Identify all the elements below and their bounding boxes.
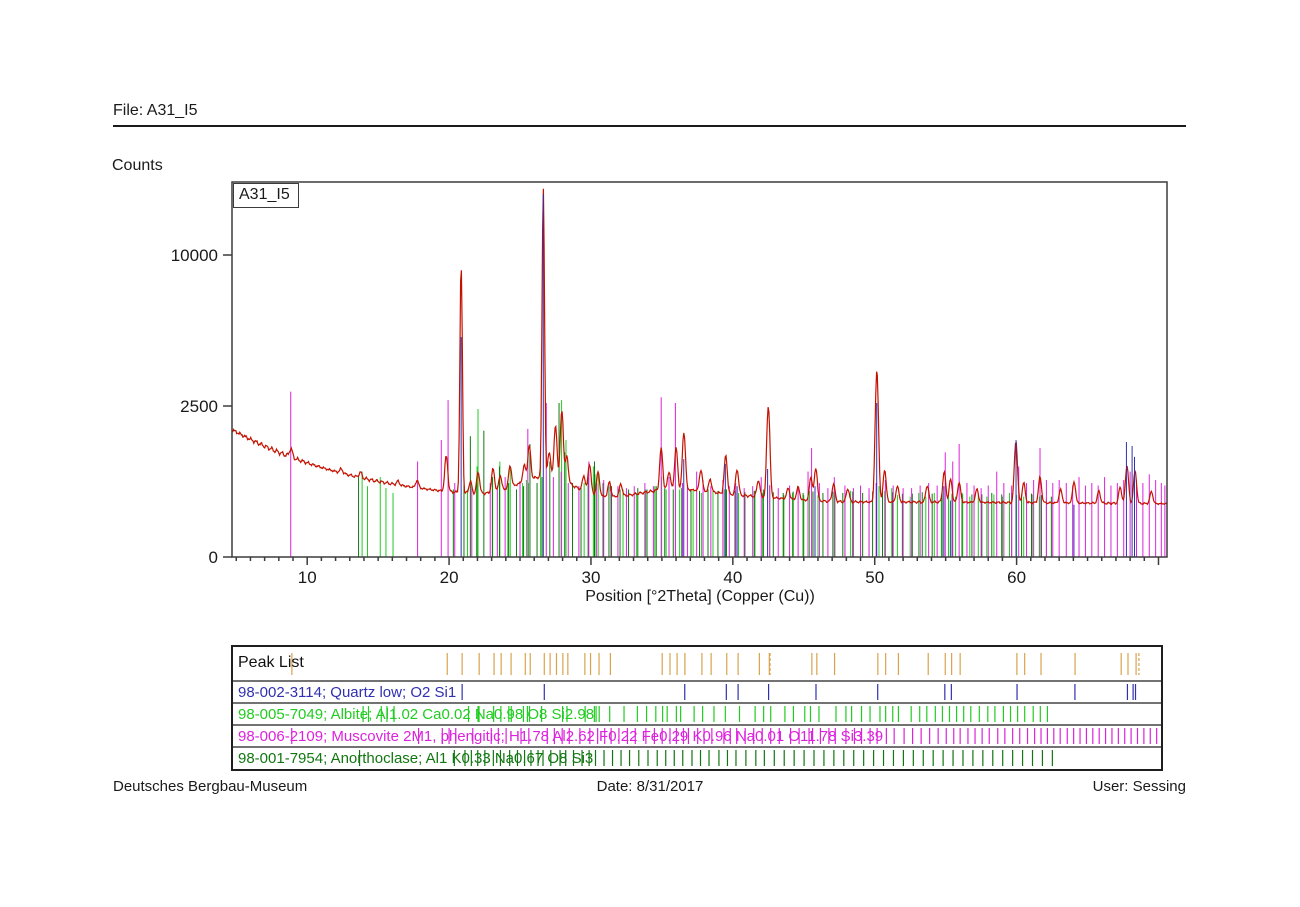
svg-text:20: 20 [440, 568, 459, 587]
svg-text:30: 30 [581, 568, 600, 587]
phase-lines-anorthoclase [359, 403, 1052, 557]
footer-user: User: Sessing [1093, 778, 1186, 795]
peak-list-header-label: Peak List [238, 654, 304, 672]
svg-text:0: 0 [209, 548, 218, 567]
svg-text:2500: 2500 [180, 397, 218, 416]
phase-row-label-muscovite: 98-006-2109; Muscovite 2M1, phengitic; H… [238, 728, 883, 745]
phase-row-label-quartz: 98-002-3114; Quartz low; O2 Si1 [238, 684, 456, 701]
peak-list-header-ticks [292, 653, 1139, 675]
svg-text:10000: 10000 [171, 246, 218, 265]
peak-list-ticks-quartz [462, 684, 1135, 700]
scan-label: A31_I5 [233, 183, 299, 208]
peak-list-panel: Peak List 98-002-3114; Quartz low; O2 Si… [231, 645, 1163, 771]
footer-organization: Deutsches Bergbau-Museum [113, 778, 307, 795]
footer-date: Date: 8/31/2017 [597, 778, 704, 795]
phase-row-label-albite: 98-005-7049; Albite; Al1.02 Ca0.02 Na0.9… [238, 706, 594, 723]
svg-text:50: 50 [865, 568, 884, 587]
phase-row-label-anorthoclase: 98-001-7954; Anorthoclase; Al1 K0.33 Na0… [238, 750, 593, 767]
x-axis-title: Position [°2Theta] (Copper (Cu)) [585, 588, 815, 606]
svg-text:10: 10 [298, 568, 317, 587]
report-page: File: A31_I5 Counts 10203040506002500100… [0, 0, 1300, 907]
measured-pattern [232, 189, 1167, 505]
svg-text:40: 40 [723, 568, 742, 587]
xrd-chart-svg: 10 20 30 40 50 60 0 2500 10000 [0, 0, 1300, 640]
svg-text:60: 60 [1007, 568, 1026, 587]
